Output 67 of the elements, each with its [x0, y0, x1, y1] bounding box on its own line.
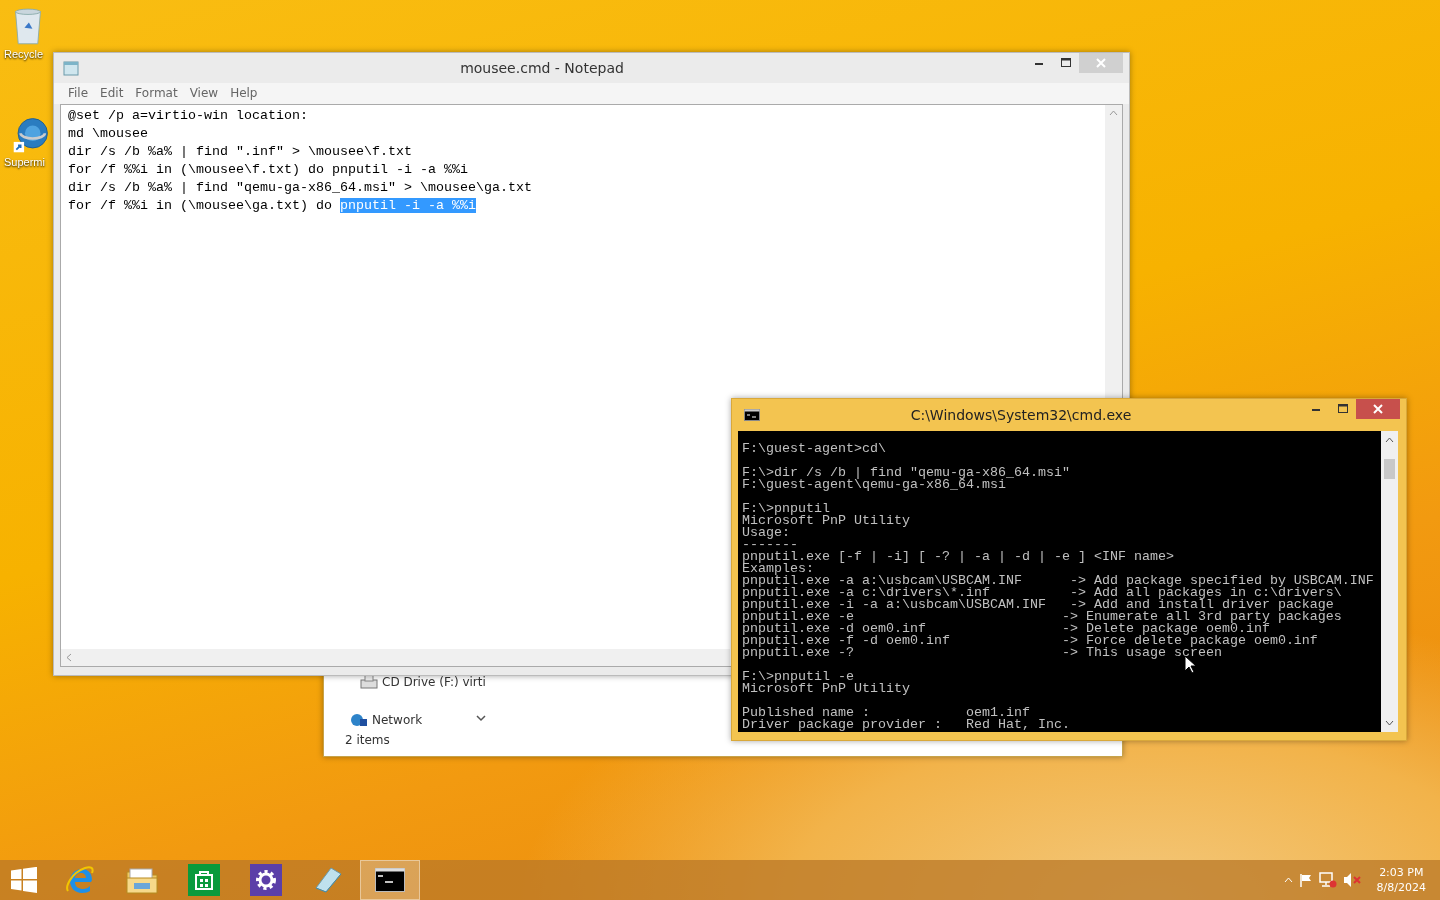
network-icon[interactable] — [1318, 872, 1337, 888]
windows-logo-icon — [11, 867, 37, 893]
console-line: Driver package provider : Red Hat, Inc. — [742, 719, 1070, 731]
speaker-muted-icon[interactable] — [1342, 872, 1361, 888]
console-line: F:\>pnputil — [742, 503, 830, 515]
console-line: Published name : oem1.inf — [742, 707, 1030, 719]
notepad-icon — [63, 60, 79, 76]
console-line: Examples: — [742, 563, 814, 575]
close-icon — [1096, 58, 1106, 68]
clock-time: 2:03 PM — [1378, 865, 1425, 880]
recycle-bin-icon[interactable] — [12, 6, 44, 46]
close-button[interactable] — [1356, 399, 1400, 419]
internet-explorer-icon — [65, 865, 95, 895]
notepad-icon — [313, 866, 343, 894]
chevron-down-icon[interactable] — [476, 715, 486, 722]
console-line: F:\>dir /s /b | find "qemu-ga-x86_64.msi" — [742, 467, 1070, 479]
menu-item[interactable]: File — [62, 83, 95, 104]
clock[interactable]: 2:03 PM 8/8/2024 — [1376, 865, 1426, 895]
console-line: F:\guest-agent>cd\ — [742, 443, 886, 455]
vertical-scrollbar[interactable] — [1381, 431, 1398, 732]
close-icon — [1373, 404, 1383, 414]
mouse-pointer-icon — [1184, 655, 1196, 674]
shopping-bag-icon — [188, 864, 220, 896]
text-line: dir /s /b %a% | find ".inf" > \mousee\f.txt — [68, 143, 412, 161]
text-line: @set /p a=virtio-win location: — [68, 107, 308, 125]
console-line: ------- — [742, 539, 798, 551]
command-prompt-icon — [375, 868, 405, 892]
maximize-icon — [1337, 404, 1348, 414]
console-line: pnputil.exe -e -> Enumerate all 3rd party packages — [742, 611, 1342, 623]
console-icon — [744, 409, 760, 421]
console-line: pnputil.exe -a a:\usbcam\USBCAM.INF -> Add package specified by USBCAM.INF — [742, 575, 1374, 587]
text-line: for /f %%i in (\mousee\f.txt) do pnputil -i -a %%i — [68, 161, 468, 179]
console-line: Usage: — [742, 527, 790, 539]
console-line: pnputil.exe [-f | -i] [ -? | -a | -d | -e ] <INF name> — [742, 551, 1174, 563]
gear-icon — [250, 864, 282, 896]
network-icon — [350, 713, 368, 727]
menu-item[interactable]: Edit — [94, 83, 130, 104]
taskbar-button[interactable] — [360, 860, 420, 900]
window-title: C:\Windows\System32\cmd.exe — [909, 405, 1133, 425]
console-line: pnputil.exe -i -a a:\usbcam\USBCAM.INF -> Add and install driver package — [742, 599, 1334, 611]
console-line: F:\>pnputil -e — [742, 671, 854, 683]
console-line: pnputil.exe -f -d oem0.inf -> Force delete package oem0.inf — [742, 635, 1318, 647]
console-line: Microsoft PnP Utility — [742, 683, 910, 695]
scroll-thumb[interactable] — [1384, 459, 1395, 479]
text-line: dir /s /b %a% | find "qemu-ga-x86_64.msi" > \mousee\ga.txt — [68, 179, 532, 197]
menu-item[interactable]: Help — [224, 83, 264, 104]
clock-date: 8/8/2024 — [1376, 880, 1426, 895]
console-line: pnputil.exe -a c:\drivers\*.inf -> Add all packages in c:\drivers\ — [742, 587, 1342, 599]
console-line: Microsoft PnP Utility — [742, 515, 910, 527]
console-line: pnputil.exe -d oem0.inf -> Delete package oem0.inf — [742, 623, 1270, 635]
show-hidden-icons-icon[interactable] — [1283, 877, 1293, 883]
status-bar-text: 2 items — [345, 732, 390, 749]
text-line: for /f %%i in (\mousee\ga.txt) do pnputil -i -a %%i — [68, 197, 476, 215]
nav-item[interactable]: Network — [372, 713, 423, 727]
maximize-icon — [1060, 58, 1071, 68]
console-line: pnputil.exe -? -> This usage screen — [742, 647, 1222, 659]
menu-item[interactable]: Format — [129, 83, 184, 104]
menu-item[interactable]: View — [183, 83, 225, 104]
folder-icon — [126, 866, 158, 894]
window-title: mousee.cmd - Notepad — [459, 58, 625, 78]
flag-icon[interactable] — [1298, 873, 1313, 887]
text-line: md \mousee — [68, 125, 148, 143]
horizontal-scrollbar[interactable] — [61, 649, 730, 666]
console-line: F:\guest-agent\qemu-ga-x86_64.msi — [742, 479, 1006, 491]
globe-shortcut-icon[interactable] — [12, 116, 50, 154]
nav-item[interactable]: CD Drive (F:) virti — [382, 673, 486, 691]
vertical-scrollbar[interactable] — [1105, 105, 1122, 398]
